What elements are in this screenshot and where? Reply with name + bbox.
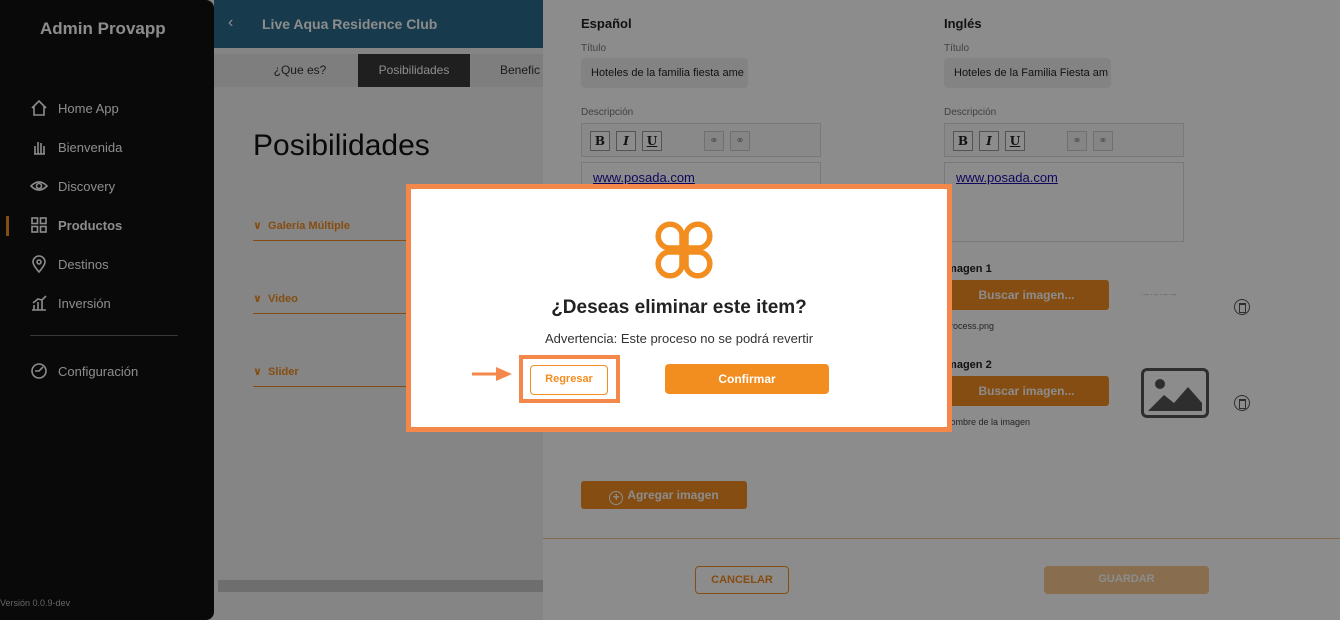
back-button[interactable]: Regresar xyxy=(530,365,608,395)
modal-warning: Advertencia: Este proceso no se podrá re… xyxy=(544,331,814,346)
confirm-button[interactable]: Confirmar xyxy=(665,364,829,394)
pointer-arrow-icon xyxy=(472,367,512,381)
clover-logo-icon xyxy=(655,221,713,279)
confirm-delete-modal: ¿Deseas eliminar este item? Advertencia:… xyxy=(406,184,952,432)
modal-title: ¿Deseas eliminar este item? xyxy=(551,297,807,318)
